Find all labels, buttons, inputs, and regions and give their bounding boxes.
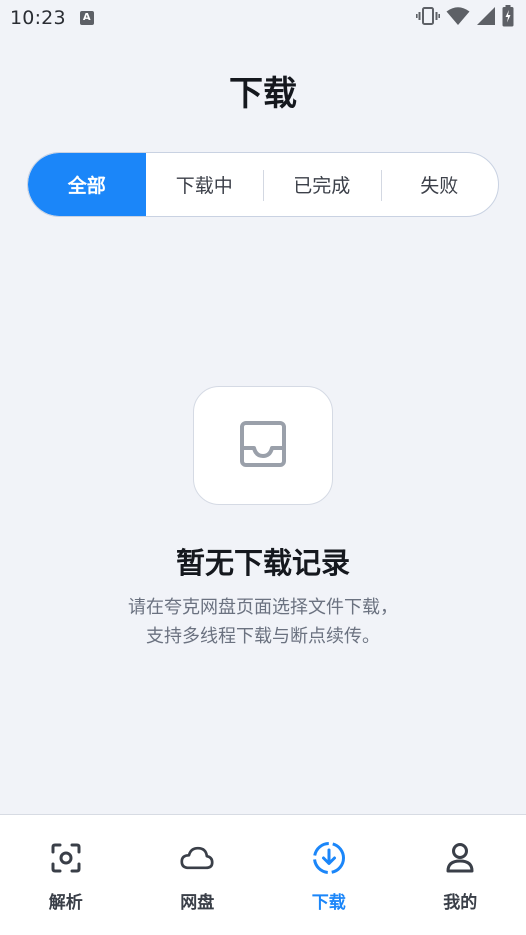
nav-item-me[interactable]: 我的 (395, 815, 526, 935)
cloud-icon (180, 841, 214, 875)
nav-item-cloud-drive[interactable]: 网盘 (132, 815, 264, 935)
nav-item-parse[interactable]: 解析 (0, 815, 132, 935)
empty-state-description-line1: 请在夸克网盘页面选择文件下载， (128, 597, 398, 618)
empty-state-description-line2: 支持多线程下载与断点续传。 (146, 626, 380, 647)
status-left: 10:23 A (10, 7, 94, 29)
nav-label-download: 下载 (311, 893, 346, 913)
tab-completed[interactable]: 已完成 (263, 153, 381, 216)
signal-icon (476, 6, 496, 30)
scan-icon (49, 841, 83, 875)
notification-a-icon: A (79, 11, 94, 25)
status-icons (416, 5, 514, 31)
user-icon (443, 841, 477, 875)
download-screen: 10:23 A 下载 全部 下载中 已完成 失败 暂无下载记录 请在夸克网盘页面… (0, 0, 526, 935)
bottom-nav: 解析 网盘 下载 我的 (0, 814, 526, 935)
inbox-icon (238, 419, 288, 473)
tab-all[interactable]: 全部 (28, 153, 146, 216)
filter-tabs: 全部 下载中 已完成 失败 (27, 152, 499, 217)
nav-label-me: 我的 (443, 893, 478, 913)
tab-downloading[interactable]: 下载中 (146, 153, 264, 216)
wifi-icon (446, 6, 470, 30)
tab-failed[interactable]: 失败 (380, 153, 499, 216)
page-title: 下载 (229, 74, 297, 114)
empty-state-description: 请在夸克网盘页面选择文件下载， 支持多线程下载与断点续传。 (0, 593, 526, 651)
nav-item-download[interactable]: 下载 (263, 815, 395, 935)
nav-label-parse: 解析 (48, 893, 83, 913)
nav-label-cloud-drive: 网盘 (180, 893, 215, 913)
status-time: 10:23 (10, 7, 66, 29)
status-bar: 10:23 A (0, 0, 526, 36)
battery-charging-icon (502, 5, 514, 31)
empty-state-box (193, 386, 333, 505)
download-icon (312, 841, 346, 875)
vibrate-icon (416, 6, 441, 30)
empty-state-title: 暂无下载记录 (175, 546, 350, 580)
